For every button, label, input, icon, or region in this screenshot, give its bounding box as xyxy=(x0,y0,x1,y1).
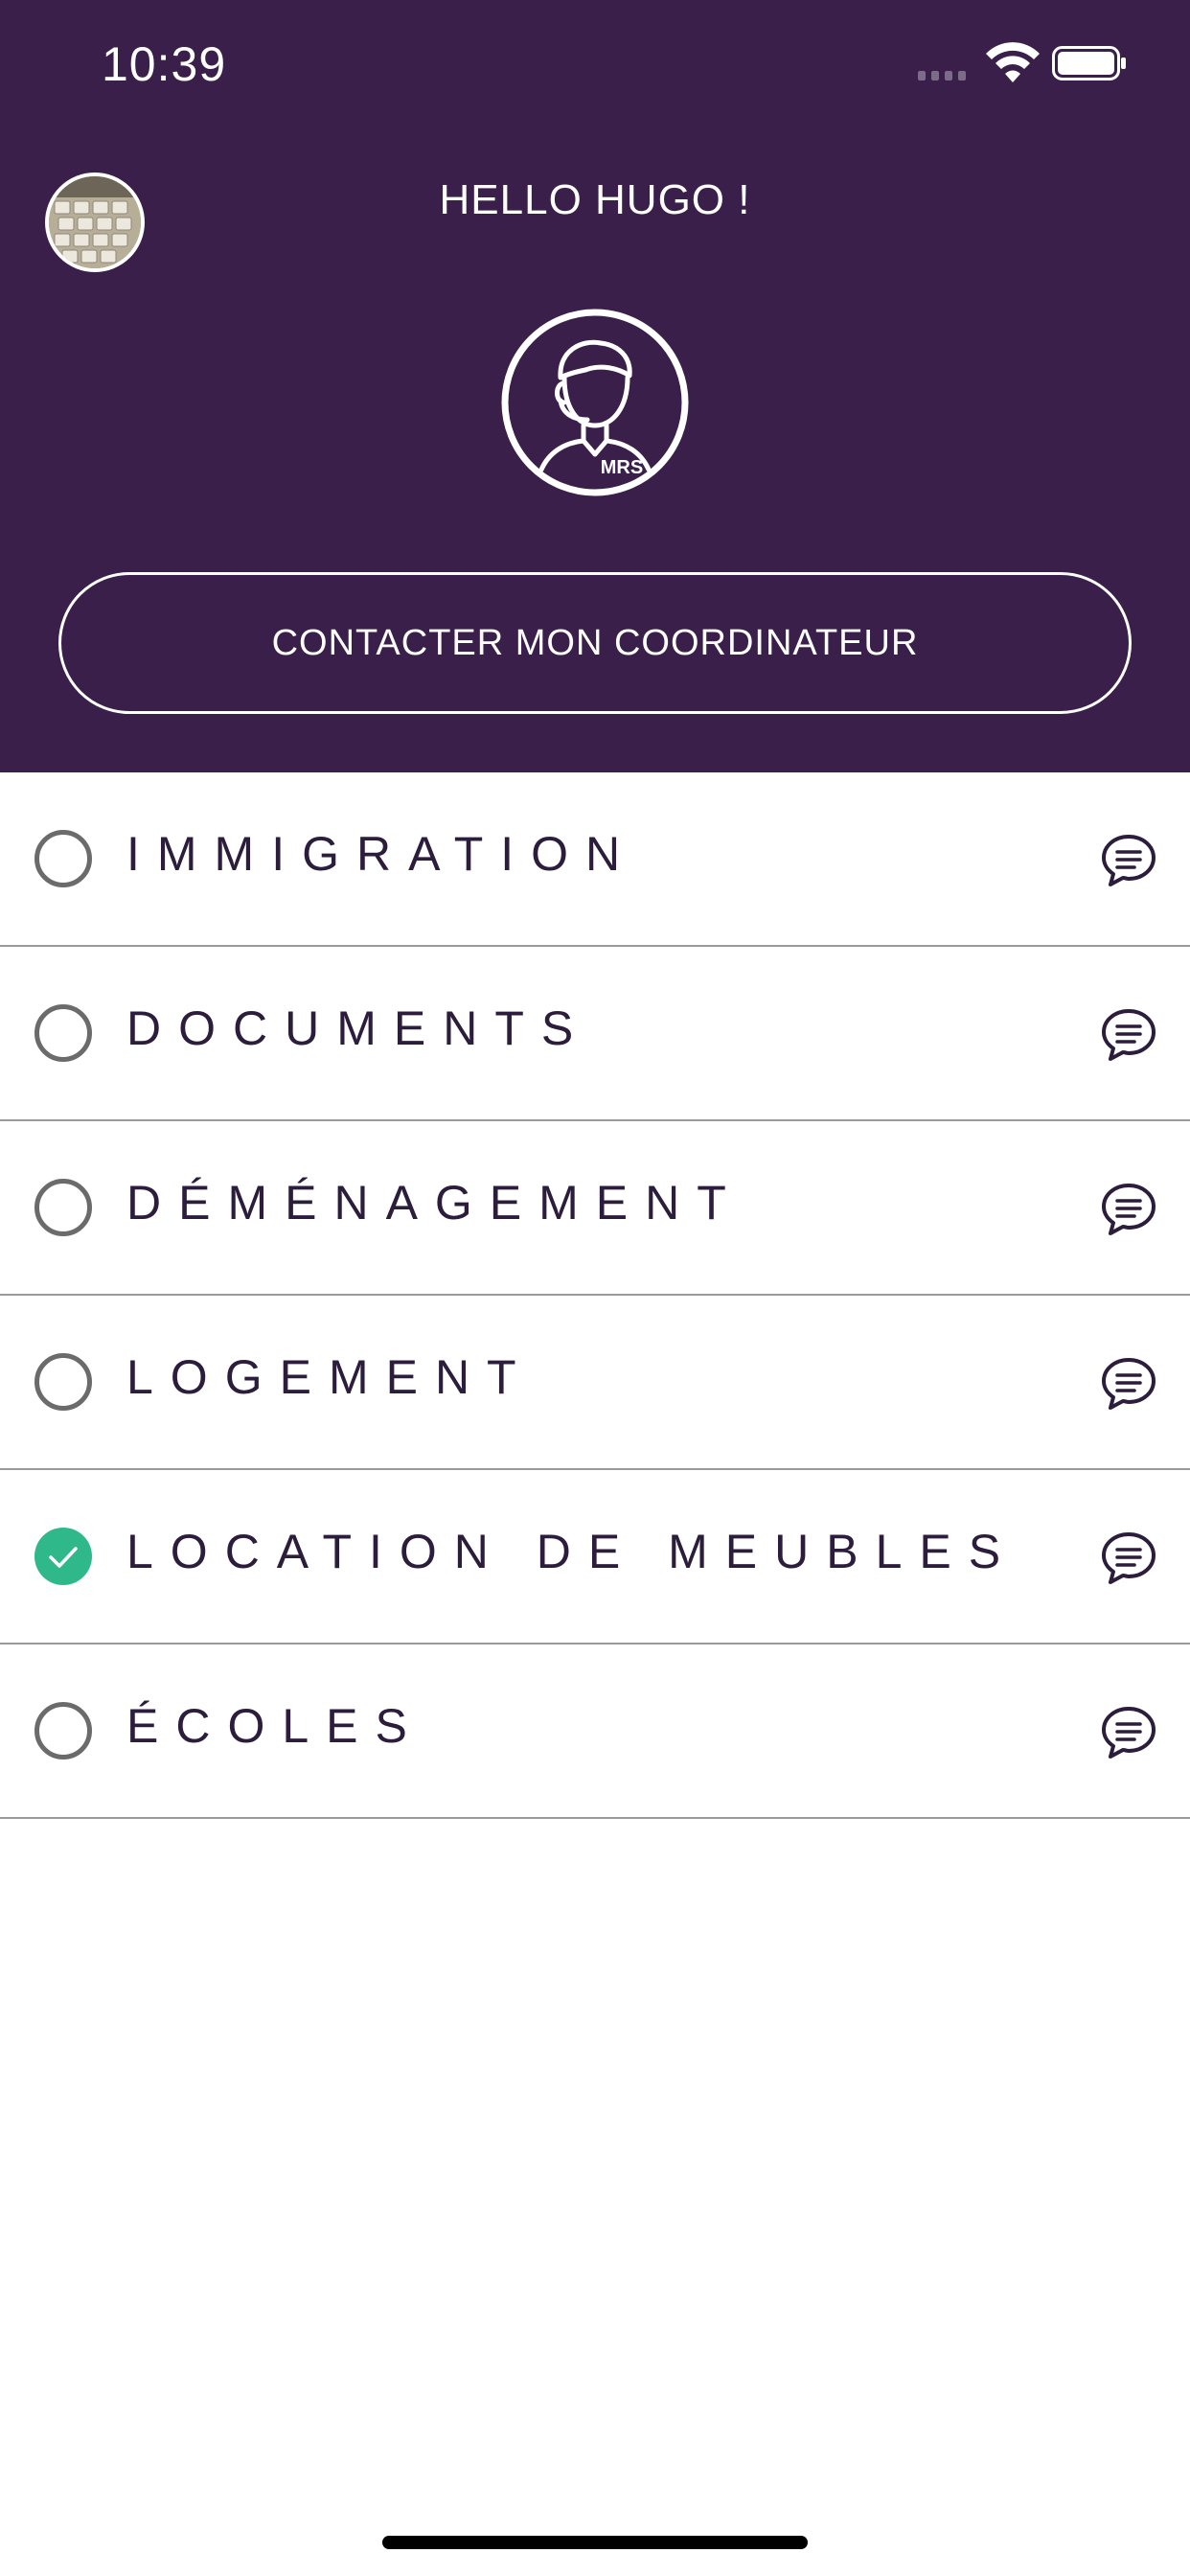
cellular-signal-icon xyxy=(918,71,966,80)
headset-agent-icon[interactable]: MRS xyxy=(501,309,689,496)
list-item-demenagement[interactable]: DÉMÉNAGEMENT xyxy=(0,1121,1190,1296)
home-indicator[interactable] xyxy=(382,2536,808,2549)
header: 10:39 HELLO HUGO ! MRS CONTACTER MON COO… xyxy=(0,0,1190,772)
chat-bubble-icon[interactable] xyxy=(1100,1355,1157,1413)
list-item-label: LOCATION DE MEUBLES xyxy=(126,1525,1018,1578)
chat-bubble-icon[interactable] xyxy=(1100,832,1157,889)
empty-circle-icon[interactable] xyxy=(34,830,92,887)
list-item-label: DOCUMENTS xyxy=(126,1001,591,1055)
list-item-documents[interactable]: DOCUMENTS xyxy=(0,947,1190,1121)
empty-circle-icon[interactable] xyxy=(34,1353,92,1411)
empty-circle-icon[interactable] xyxy=(34,1702,92,1760)
list-item-label: IMMIGRATION xyxy=(126,827,638,881)
wifi-icon xyxy=(986,42,1040,82)
empty-circle-icon[interactable] xyxy=(34,1004,92,1062)
list-item-label: ÉCOLES xyxy=(126,1699,424,1753)
list-item-label: DÉMÉNAGEMENT xyxy=(126,1176,744,1230)
check-circle-icon[interactable] xyxy=(34,1528,92,1585)
coordinator-badge: MRS xyxy=(601,457,643,478)
list-item-location-de-meubles[interactable]: LOCATION DE MEUBLES xyxy=(0,1470,1190,1644)
list-item-label: LOGEMENT xyxy=(126,1350,534,1404)
list-item-ecoles[interactable]: ÉCOLES xyxy=(0,1644,1190,1819)
list-item-logement[interactable]: LOGEMENT xyxy=(0,1296,1190,1470)
chat-bubble-icon[interactable] xyxy=(1100,1704,1157,1761)
contact-coordinator-button[interactable]: CONTACTER MON COORDINATEUR xyxy=(58,572,1132,714)
chat-bubble-icon[interactable] xyxy=(1100,1530,1157,1587)
battery-icon xyxy=(1052,46,1126,80)
empty-circle-icon[interactable] xyxy=(34,1179,92,1236)
app-screen: 10:39 HELLO HUGO ! MRS CONTACTER MON COO… xyxy=(0,0,1190,2576)
list-item-immigration[interactable]: IMMIGRATION xyxy=(0,772,1190,947)
chat-bubble-icon[interactable] xyxy=(1100,1181,1157,1238)
category-list: IMMIGRATION DOCUMENTS DÉMÉNAGEMENT LOGEM… xyxy=(0,772,1190,1819)
status-time: 10:39 xyxy=(102,37,227,91)
greeting-title: HELLO HUGO ! xyxy=(439,176,751,223)
chat-bubble-icon[interactable] xyxy=(1100,1006,1157,1064)
